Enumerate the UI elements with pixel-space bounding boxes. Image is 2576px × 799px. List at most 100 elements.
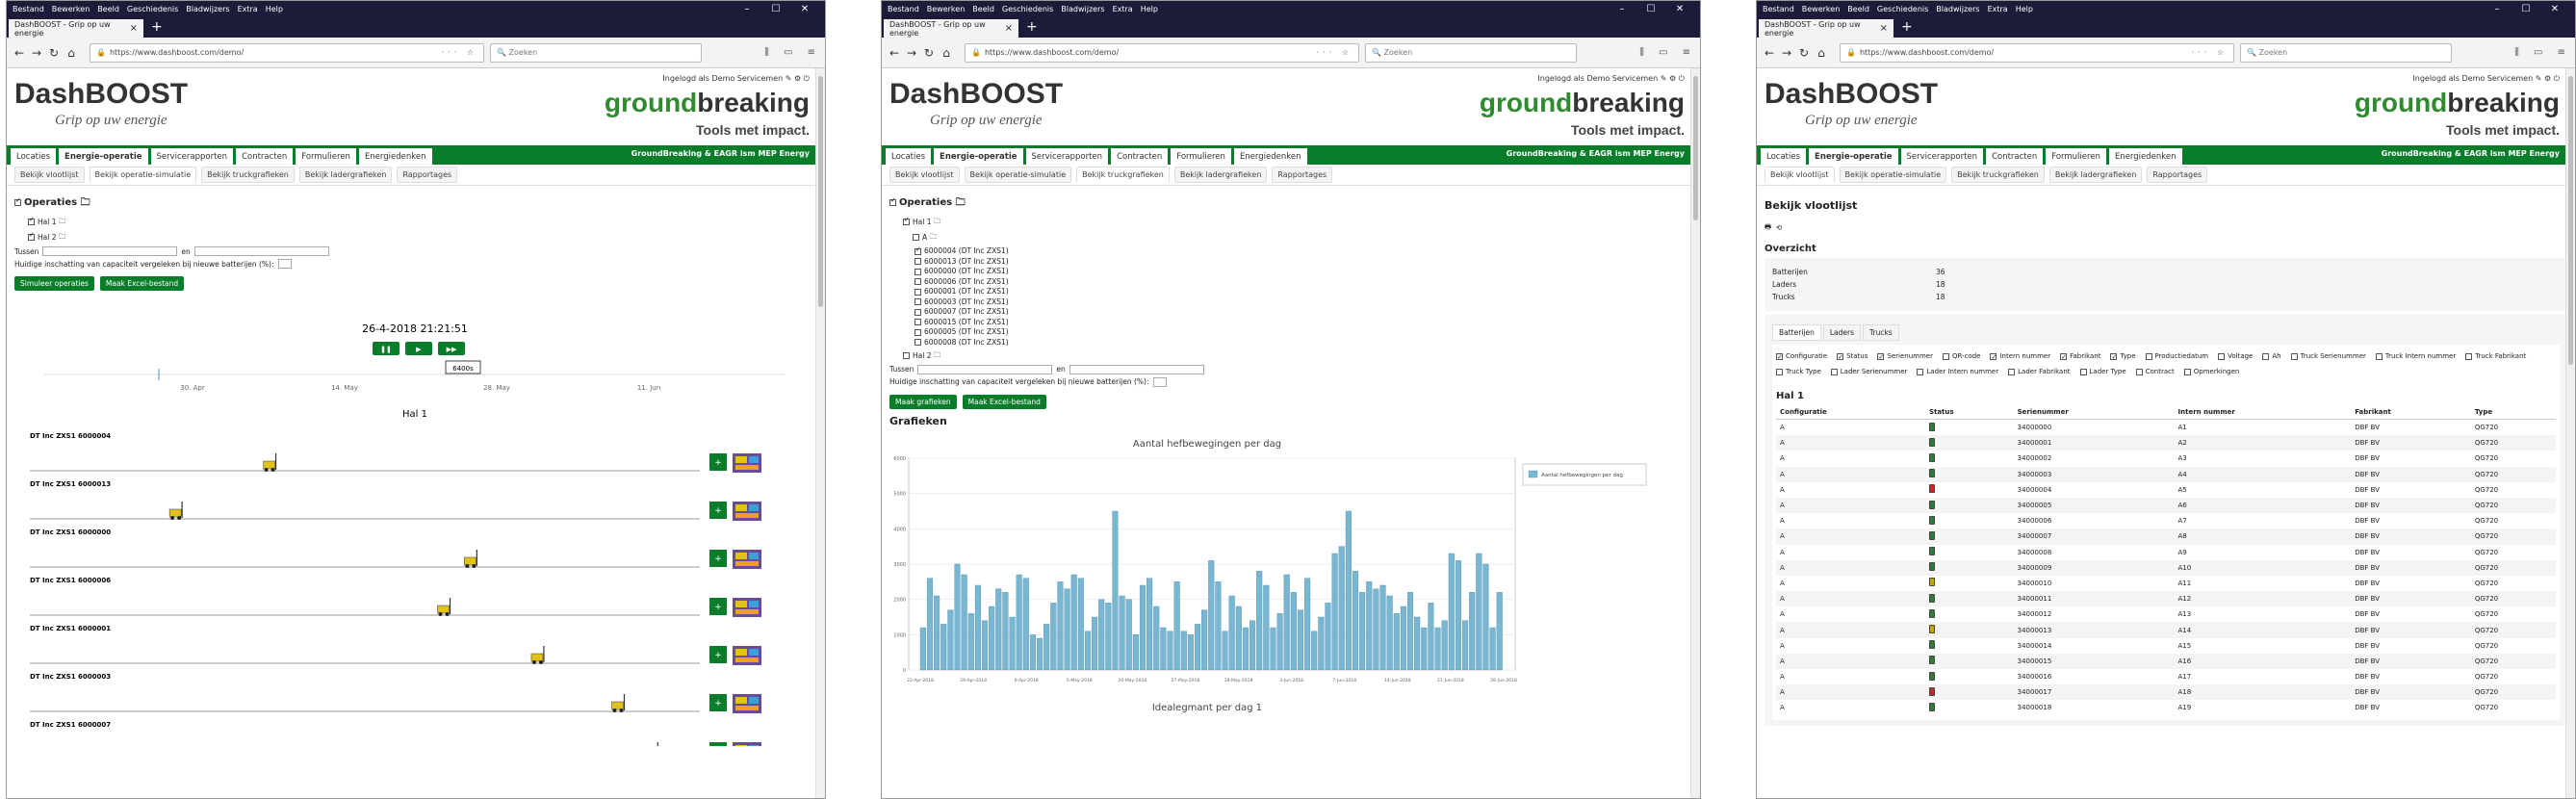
table-row[interactable]: A 34000013 A14 DBF BV QG720 — [1776, 622, 2556, 638]
chart-bar[interactable] — [1290, 591, 1297, 670]
menu-item[interactable]: Help — [2016, 5, 2033, 13]
forklift-icon[interactable] — [437, 598, 451, 616]
scrollbar-thumb[interactable] — [2568, 76, 2573, 365]
column-toggle[interactable]: Opmerkingen — [2183, 365, 2239, 379]
chart-bar[interactable] — [1469, 591, 1476, 670]
truck-detail-button[interactable]: + — [709, 453, 727, 471]
chart-bar[interactable] — [1318, 616, 1325, 670]
chart-bar[interactable] — [1379, 584, 1386, 670]
column-header[interactable]: Fabrikant — [2351, 405, 2471, 420]
chart-bar[interactable] — [1187, 633, 1194, 670]
nav-servicerapporten[interactable]: Servicerapporten — [150, 148, 234, 165]
folder-icon[interactable]: 🗀 — [59, 231, 66, 244]
chart-bar[interactable] — [1325, 602, 1331, 670]
tab-truckgrafieken[interactable]: Bekijk truckgrafieken — [1951, 167, 2045, 183]
operaties-checkbox[interactable] — [14, 196, 21, 206]
chart-bar[interactable] — [926, 577, 934, 670]
chart-bar[interactable] — [1125, 598, 1132, 670]
chart-bar[interactable] — [1153, 606, 1160, 670]
date-to-input[interactable] — [193, 246, 329, 256]
chart-bar[interactable] — [1400, 606, 1406, 670]
chart-bar[interactable] — [954, 563, 961, 670]
table-row[interactable]: A 34000005 A6 DBF BV QG720 — [1776, 497, 2556, 514]
device-item[interactable]: 6000005 (DT Inc ZXS1) — [914, 327, 1692, 336]
tab-rapportages[interactable]: Rapportages — [1272, 167, 1333, 183]
scrollbar[interactable] — [2565, 68, 2575, 798]
date-from-input[interactable] — [42, 246, 178, 256]
menu-item[interactable]: Help — [266, 5, 283, 13]
page-actions-icon[interactable]: ··· ☆ — [442, 48, 477, 57]
hal1-checkbox[interactable] — [28, 216, 35, 225]
new-tab-icon[interactable]: + — [151, 19, 163, 38]
chart-bar[interactable] — [1366, 580, 1373, 670]
chart-bar[interactable] — [1112, 510, 1119, 670]
graph-button[interactable]: Maak grafieken — [889, 394, 957, 409]
truck-detail-button[interactable]: + — [709, 742, 727, 760]
chart-bar[interactable] — [1386, 595, 1393, 670]
device-item[interactable]: 6000001 (DT Inc ZXS1) — [914, 287, 1692, 296]
column-checkbox[interactable] — [2145, 352, 2152, 360]
chart-bar[interactable] — [1009, 616, 1016, 670]
chart-bar[interactable] — [1208, 559, 1215, 670]
maximize-icon[interactable]: ☐ — [761, 4, 790, 14]
device-checkbox[interactable] — [914, 308, 921, 316]
pause-button[interactable]: ❚❚ — [373, 342, 399, 355]
maximize-icon[interactable]: ☐ — [1636, 4, 1665, 14]
battery-status-icon[interactable] — [733, 742, 761, 761]
chart-bar[interactable] — [1421, 627, 1428, 670]
nav-formulieren[interactable]: Formulieren — [296, 148, 356, 165]
column-toggle[interactable]: Configuratie — [1776, 349, 1827, 365]
battery-status-icon[interactable] — [733, 598, 761, 617]
nav-contracten[interactable]: Contracten — [236, 148, 294, 165]
device-item[interactable]: 6000004 (DT Inc ZXS1) — [914, 245, 1692, 255]
table-row[interactable]: A 34000000 A1 DBF BV QG720 — [1776, 420, 2556, 436]
chart-bar[interactable] — [919, 627, 926, 670]
chart-bar[interactable] — [1002, 591, 1009, 670]
chart-bar[interactable] — [1146, 577, 1153, 670]
truck-detail-button[interactable]: + — [709, 694, 727, 711]
page-actions-icon[interactable]: ··· ☆ — [1317, 48, 1352, 57]
nav-contracten[interactable]: Contracten — [1111, 148, 1169, 165]
table-row[interactable]: A 34000002 A3 DBF BV QG720 — [1776, 451, 2556, 466]
column-header[interactable]: Status — [1924, 405, 2014, 420]
table-row[interactable]: A 34000014 A15 DBF BV QG720 — [1776, 638, 2556, 654]
scrollbar[interactable] — [815, 68, 825, 798]
browser-tab[interactable]: DashBOOST - Grip op uw energie × — [9, 19, 143, 38]
folder-icon[interactable]: 🗀 — [956, 197, 966, 208]
menu-item[interactable]: Geschiedenis — [1002, 5, 1053, 13]
column-toggle[interactable]: Type — [2110, 349, 2136, 365]
chart-bar[interactable] — [1105, 602, 1112, 670]
folder-icon[interactable]: 🗀 — [930, 231, 938, 244]
chart-bar[interactable] — [1434, 627, 1441, 670]
chart-bar[interactable] — [974, 584, 981, 670]
refresh-icon[interactable]: ⟲ — [1776, 223, 1782, 232]
chart-bar[interactable] — [1077, 577, 1084, 670]
excel-button[interactable]: Maak Excel-bestand — [962, 394, 1046, 409]
chart-bar[interactable] — [1414, 616, 1421, 670]
column-checkbox[interactable] — [2135, 368, 2143, 375]
menu-item[interactable]: Help — [1141, 5, 1158, 13]
search-input[interactable]: 🔍 Zoeken — [1365, 42, 1577, 63]
truck-detail-button[interactable]: + — [709, 550, 727, 567]
nav-energiedenken[interactable]: Energiedenken — [358, 148, 432, 165]
table-row[interactable]: A 34000015 A16 DBF BV QG720 — [1776, 653, 2556, 669]
folder-icon[interactable]: 🗀 — [81, 197, 90, 208]
menu-item[interactable]: Geschiedenis — [1877, 5, 1928, 13]
url-bar[interactable]: 🔒 https://www.dashboost.com/demo/ ··· ☆ — [1840, 42, 2234, 63]
chart-bar[interactable] — [1331, 553, 1338, 670]
chart-bar[interactable] — [1428, 602, 1434, 670]
tab-simulatie[interactable]: Bekijk operatie-simulatie — [89, 167, 197, 183]
chart-bar[interactable] — [1043, 623, 1050, 670]
device-checkbox[interactable] — [914, 319, 921, 325]
device-item[interactable]: 6000015 (DT Inc ZXS1) — [914, 318, 1692, 326]
table-row[interactable]: A 34000007 A8 DBF BV QG720 — [1776, 528, 2556, 545]
chart-bar[interactable] — [1070, 574, 1077, 670]
close-tab-icon[interactable]: × — [130, 23, 138, 34]
tab-vlootlijst[interactable]: Bekijk vlootlijst — [14, 167, 85, 183]
chart-bar[interactable] — [1338, 545, 1345, 670]
chart-bar[interactable] — [1167, 630, 1173, 670]
chart-bar[interactable] — [1057, 580, 1064, 670]
menu-item[interactable]: Beeld — [97, 5, 119, 13]
chart-bar[interactable] — [1215, 580, 1222, 670]
column-checkbox[interactable] — [2183, 368, 2191, 375]
